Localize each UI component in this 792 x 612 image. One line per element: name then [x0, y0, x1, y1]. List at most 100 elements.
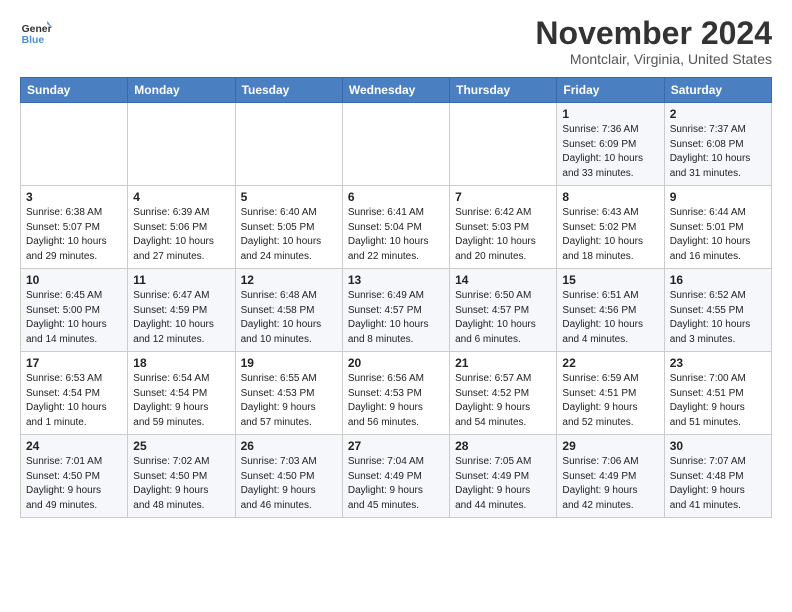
- calendar-cell-0-1: [128, 103, 235, 186]
- calendar-cell-0-2: [235, 103, 342, 186]
- calendar-cell-3-0: 17Sunrise: 6:53 AMSunset: 4:54 PMDayligh…: [21, 352, 128, 435]
- calendar-cell-2-4: 14 Sunrise: 6:50 AMSunset: 4:57 PMDayligh…: [450, 269, 557, 352]
- calendar-cell-3-6: 23 Sunrise: 7:00 AMSunset: 4:51 PMDayligh…: [664, 352, 771, 435]
- weekday-header-thursday: Thursday: [450, 78, 557, 103]
- day-number: 3: [26, 190, 122, 204]
- calendar-table: SundayMondayTuesdayWednesdayThursdayFrid…: [20, 77, 772, 518]
- weekday-header-sunday: Sunday: [21, 78, 128, 103]
- page: General Blue November 2024 Montclair, Vi…: [0, 0, 792, 534]
- day-info: Sunrise: 7:37 AMSunset: 6:08 PMDaylight:…: [670, 123, 766, 181]
- day-info: Sunrise: 6:54 AMSunset: 4:54 PMDaylight:…: [133, 372, 229, 430]
- weekday-header-tuesday: Tuesday: [235, 78, 342, 103]
- day-info: Sunrise: 6:43 AMSunset: 5:02 PMDaylight:…: [562, 206, 658, 264]
- day-info: Sunrise: 6:45 AMSunset: 5:00 PMDaylight:…: [26, 289, 122, 347]
- day-info: Sunrise: 6:51 AMSunset: 4:56 PMDaylight:…: [562, 289, 658, 347]
- calendar-cell-1-5: 8 Sunrise: 6:43 AMSunset: 5:02 PMDaylight…: [557, 186, 664, 269]
- calendar-cell-2-0: 10 Sunrise: 6:45 AMSunset: 5:00 PMDayligh…: [21, 269, 128, 352]
- calendar-cell-1-3: 6 Sunrise: 6:41 AMSunset: 5:04 PMDaylight…: [342, 186, 449, 269]
- svg-text:General: General: [22, 24, 52, 35]
- day-number: 25: [133, 439, 229, 453]
- day-number: 24: [26, 439, 122, 453]
- day-number: 7: [455, 190, 551, 204]
- day-info: Sunrise: 6:56 AMSunset: 4:53 PMDaylight:…: [348, 372, 444, 430]
- day-info: Sunrise: 7:06 AMSunset: 4:49 PMDaylight:…: [562, 455, 658, 513]
- day-info: Sunrise: 7:04 AMSunset: 4:49 PMDaylight:…: [348, 455, 444, 513]
- day-number: 5: [241, 190, 337, 204]
- day-number: 6: [348, 190, 444, 204]
- calendar-cell-1-0: 3 Sunrise: 6:38 AMSunset: 5:07 PMDaylight…: [21, 186, 128, 269]
- day-number: 23: [670, 356, 766, 370]
- calendar-cell-2-2: 12 Sunrise: 6:48 AMSunset: 4:58 PMDayligh…: [235, 269, 342, 352]
- svg-text:Blue: Blue: [22, 35, 45, 46]
- day-number: 19: [241, 356, 337, 370]
- day-number: 14: [455, 273, 551, 287]
- day-info: Sunrise: 6:47 AMSunset: 4:59 PMDaylight:…: [133, 289, 229, 347]
- calendar-cell-4-1: 25 Sunrise: 7:02 AMSunset: 4:50 PMDayligh…: [128, 435, 235, 518]
- day-number: 15: [562, 273, 658, 287]
- day-info: Sunrise: 6:48 AMSunset: 4:58 PMDaylight:…: [241, 289, 337, 347]
- day-info: Sunrise: 6:39 AMSunset: 5:06 PMDaylight:…: [133, 206, 229, 264]
- day-info: Sunrise: 7:00 AMSunset: 4:51 PMDaylight:…: [670, 372, 766, 430]
- day-number: 1: [562, 107, 658, 121]
- calendar-cell-1-1: 4Sunrise: 6:39 AMSunset: 5:06 PMDaylight…: [128, 186, 235, 269]
- calendar-cell-4-0: 24Sunrise: 7:01 AMSunset: 4:50 PMDayligh…: [21, 435, 128, 518]
- week-row-0: 1 Sunrise: 7:36 AMSunset: 6:09 PMDaylight…: [21, 103, 772, 186]
- day-info: Sunrise: 6:40 AMSunset: 5:05 PMDaylight:…: [241, 206, 337, 264]
- location: Montclair, Virginia, United States: [535, 51, 772, 67]
- calendar-cell-4-3: 27 Sunrise: 7:04 AMSunset: 4:49 PMDayligh…: [342, 435, 449, 518]
- day-info: Sunrise: 6:49 AMSunset: 4:57 PMDaylight:…: [348, 289, 444, 347]
- day-number: 8: [562, 190, 658, 204]
- calendar-cell-3-3: 20 Sunrise: 6:56 AMSunset: 4:53 PMDayligh…: [342, 352, 449, 435]
- day-info: Sunrise: 6:52 AMSunset: 4:55 PMDaylight:…: [670, 289, 766, 347]
- week-row-4: 24Sunrise: 7:01 AMSunset: 4:50 PMDayligh…: [21, 435, 772, 518]
- calendar-cell-0-6: 2 Sunrise: 7:37 AMSunset: 6:08 PMDaylight…: [664, 103, 771, 186]
- calendar-cell-3-1: 18Sunrise: 6:54 AMSunset: 4:54 PMDayligh…: [128, 352, 235, 435]
- day-number: 12: [241, 273, 337, 287]
- calendar-cell-3-5: 22 Sunrise: 6:59 AMSunset: 4:51 PMDayligh…: [557, 352, 664, 435]
- week-row-1: 3 Sunrise: 6:38 AMSunset: 5:07 PMDaylight…: [21, 186, 772, 269]
- header: General Blue November 2024 Montclair, Vi…: [20, 16, 772, 67]
- day-number: 30: [670, 439, 766, 453]
- calendar-cell-2-5: 15 Sunrise: 6:51 AMSunset: 4:56 PMDayligh…: [557, 269, 664, 352]
- weekday-header-monday: Monday: [128, 78, 235, 103]
- calendar-cell-4-6: 30Sunrise: 7:07 AMSunset: 4:48 PMDayligh…: [664, 435, 771, 518]
- day-number: 16: [670, 273, 766, 287]
- day-number: 11: [133, 273, 229, 287]
- day-number: 20: [348, 356, 444, 370]
- logo-icon: General Blue: [20, 16, 52, 48]
- weekday-header-friday: Friday: [557, 78, 664, 103]
- day-info: Sunrise: 6:59 AMSunset: 4:51 PMDaylight:…: [562, 372, 658, 430]
- calendar-cell-0-4: [450, 103, 557, 186]
- calendar-cell-4-5: 29Sunrise: 7:06 AMSunset: 4:49 PMDayligh…: [557, 435, 664, 518]
- day-info: Sunrise: 6:50 AMSunset: 4:57 PMDaylight:…: [455, 289, 551, 347]
- day-info: Sunrise: 7:05 AMSunset: 4:49 PMDaylight:…: [455, 455, 551, 513]
- day-info: Sunrise: 6:41 AMSunset: 5:04 PMDaylight:…: [348, 206, 444, 264]
- calendar-cell-0-5: 1 Sunrise: 7:36 AMSunset: 6:09 PMDaylight…: [557, 103, 664, 186]
- day-number: 22: [562, 356, 658, 370]
- calendar-cell-2-6: 16 Sunrise: 6:52 AMSunset: 4:55 PMDayligh…: [664, 269, 771, 352]
- day-info: Sunrise: 6:55 AMSunset: 4:53 PMDaylight:…: [241, 372, 337, 430]
- title-block: November 2024 Montclair, Virginia, Unite…: [535, 16, 772, 67]
- calendar-cell-4-2: 26 Sunrise: 7:03 AMSunset: 4:50 PMDayligh…: [235, 435, 342, 518]
- day-info: Sunrise: 6:42 AMSunset: 5:03 PMDaylight:…: [455, 206, 551, 264]
- day-number: 2: [670, 107, 766, 121]
- calendar-cell-1-6: 9Sunrise: 6:44 AMSunset: 5:01 PMDaylight…: [664, 186, 771, 269]
- day-info: Sunrise: 7:36 AMSunset: 6:09 PMDaylight:…: [562, 123, 658, 181]
- day-number: 26: [241, 439, 337, 453]
- day-number: 27: [348, 439, 444, 453]
- day-info: Sunrise: 6:57 AMSunset: 4:52 PMDaylight:…: [455, 372, 551, 430]
- day-info: Sunrise: 7:02 AMSunset: 4:50 PMDaylight:…: [133, 455, 229, 513]
- calendar-cell-1-2: 5 Sunrise: 6:40 AMSunset: 5:05 PMDaylight…: [235, 186, 342, 269]
- day-number: 9: [670, 190, 766, 204]
- day-number: 13: [348, 273, 444, 287]
- month-title: November 2024: [535, 16, 772, 51]
- day-info: Sunrise: 7:03 AMSunset: 4:50 PMDaylight:…: [241, 455, 337, 513]
- calendar-cell-4-4: 28Sunrise: 7:05 AMSunset: 4:49 PMDayligh…: [450, 435, 557, 518]
- weekday-header-row: SundayMondayTuesdayWednesdayThursdayFrid…: [21, 78, 772, 103]
- calendar-cell-3-2: 19 Sunrise: 6:55 AMSunset: 4:53 PMDayligh…: [235, 352, 342, 435]
- week-row-2: 10 Sunrise: 6:45 AMSunset: 5:00 PMDayligh…: [21, 269, 772, 352]
- calendar-cell-0-3: [342, 103, 449, 186]
- day-number: 10: [26, 273, 122, 287]
- day-info: Sunrise: 6:53 AMSunset: 4:54 PMDaylight:…: [26, 372, 122, 430]
- day-info: Sunrise: 6:38 AMSunset: 5:07 PMDaylight:…: [26, 206, 122, 264]
